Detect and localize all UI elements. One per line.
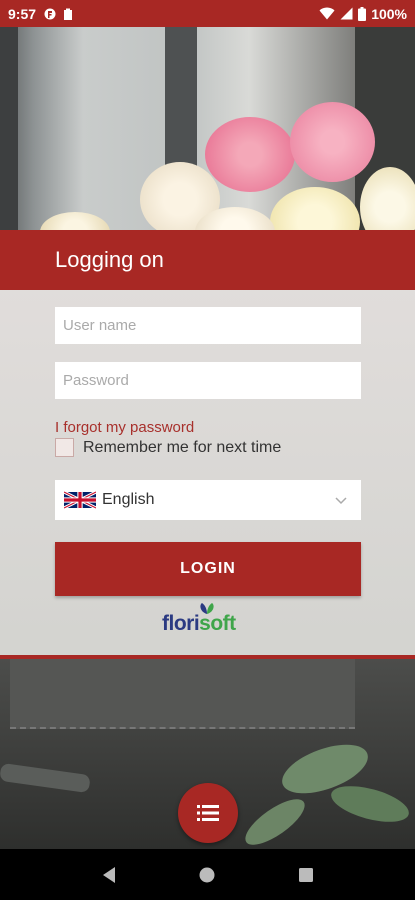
wifi-icon [319, 7, 335, 20]
recents-icon [298, 867, 313, 882]
uk-flag-icon [64, 490, 96, 510]
status-right: 100% [319, 6, 407, 22]
page-title: Logging on [55, 247, 164, 272]
recents-button[interactable] [294, 863, 318, 887]
system-nav-bar [0, 849, 415, 900]
header-band: Logging on [0, 230, 415, 290]
battery-icon [358, 6, 367, 21]
chevron-down-icon [335, 497, 347, 505]
language-select[interactable]: English [55, 480, 361, 520]
back-icon [103, 866, 116, 883]
signal-icon [340, 7, 353, 20]
home-icon [199, 867, 215, 882]
clipboard-icon [64, 8, 73, 20]
hero-background-image [0, 27, 415, 230]
menu-fab-button[interactable] [178, 783, 238, 843]
back-button[interactable] [97, 863, 121, 887]
username-input[interactable] [55, 307, 361, 344]
login-panel: I forgot my password Remember me for nex… [0, 290, 415, 655]
login-button[interactable]: LOGIN [55, 542, 361, 596]
home-button[interactable] [195, 863, 219, 887]
remember-me-checkbox[interactable] [55, 438, 74, 457]
list-menu-icon [197, 805, 219, 821]
language-selected-label: English [102, 491, 155, 508]
remember-me-row[interactable]: Remember me for next time [55, 438, 281, 457]
remember-me-label: Remember me for next time [83, 438, 282, 456]
status-bar: 9:57 100% [0, 0, 415, 27]
battery-level: 100% [371, 5, 407, 22]
forgot-password-link[interactable]: I forgot my password [55, 419, 194, 436]
logo-leaf-icon [200, 603, 214, 614]
florisoft-app-icon [44, 8, 56, 19]
password-input[interactable] [55, 362, 361, 399]
status-time: 9:57 [8, 5, 37, 22]
florisoft-logo: florisoft [162, 603, 236, 636]
